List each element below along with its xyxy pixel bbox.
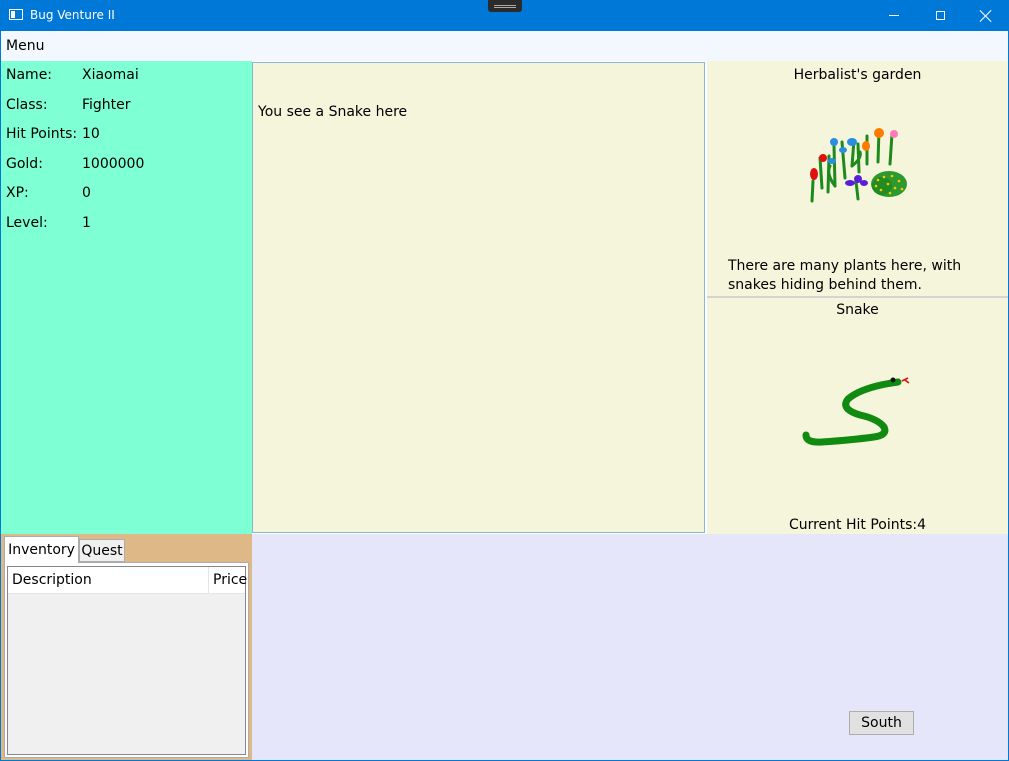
- xp-value: 0: [82, 185, 91, 201]
- title-bar[interactable]: Bug Venture II: [0, 0, 1009, 31]
- menu-bar: Menu: [0, 31, 1009, 61]
- location-panel: Herbalist's garden There are many plants…: [707, 61, 1008, 296]
- menu-item-menu[interactable]: Menu: [6, 38, 44, 54]
- hit-points-value: 10: [82, 126, 100, 142]
- snake-image: [802, 377, 910, 446]
- monster-hp-label: Current Hit Points:: [788, 517, 918, 533]
- monster-hit-points: Current Hit Points:4: [707, 517, 1008, 533]
- close-button[interactable]: [963, 0, 1009, 31]
- class-label: Class:: [6, 97, 48, 113]
- drag-handle-icon[interactable]: [488, 0, 522, 12]
- maximize-button[interactable]: [917, 0, 963, 31]
- minimize-button[interactable]: [871, 0, 917, 31]
- tab-inventory[interactable]: Inventory: [4, 536, 79, 563]
- name-label: Name:: [6, 67, 53, 83]
- monster-hp-value: 4: [917, 517, 927, 533]
- level-label: Level:: [6, 215, 48, 231]
- window-icon: [9, 9, 23, 20]
- inventory-grid[interactable]: Description Price: [7, 566, 247, 755]
- message-panel[interactable]: You see a Snake here: [252, 62, 705, 533]
- column-header-description[interactable]: Description: [8, 567, 209, 593]
- player-stats-panel: Name: Xiaomai Class: Fighter Hit Points:…: [1, 61, 252, 534]
- xp-label: XP:: [6, 185, 29, 201]
- south-button[interactable]: South: [849, 711, 914, 735]
- gold-label: Gold:: [6, 156, 43, 172]
- message-line: You see a Snake here: [258, 104, 408, 120]
- garden-plants-image: [810, 128, 907, 203]
- tab-quest[interactable]: Quest: [79, 539, 125, 562]
- inventory-tab-content: Description Price: [4, 562, 249, 758]
- tab-panel: Inventory Quest Description Price: [1, 534, 252, 760]
- close-icon: [980, 10, 992, 22]
- gold-value: 1000000: [82, 156, 145, 172]
- action-panel: South: [252, 534, 1008, 760]
- level-value: 1: [82, 215, 91, 231]
- monster-panel: Snake Current Hit Points:4: [707, 298, 1008, 534]
- location-description: There are many plants here, with snakes …: [728, 258, 962, 293]
- column-header-price[interactable]: Price: [209, 567, 247, 593]
- maximize-icon: [935, 11, 945, 20]
- monster-name: Snake: [836, 302, 879, 318]
- minimize-icon: [889, 15, 899, 16]
- hit-points-label: Hit Points:: [6, 126, 78, 142]
- inventory-grid-header: Description Price: [8, 567, 247, 594]
- location-name: Herbalist's garden: [793, 67, 922, 83]
- name-value: Xiaomai: [82, 67, 139, 83]
- window-title: Bug Venture II: [30, 8, 115, 22]
- class-value: Fighter: [82, 97, 131, 113]
